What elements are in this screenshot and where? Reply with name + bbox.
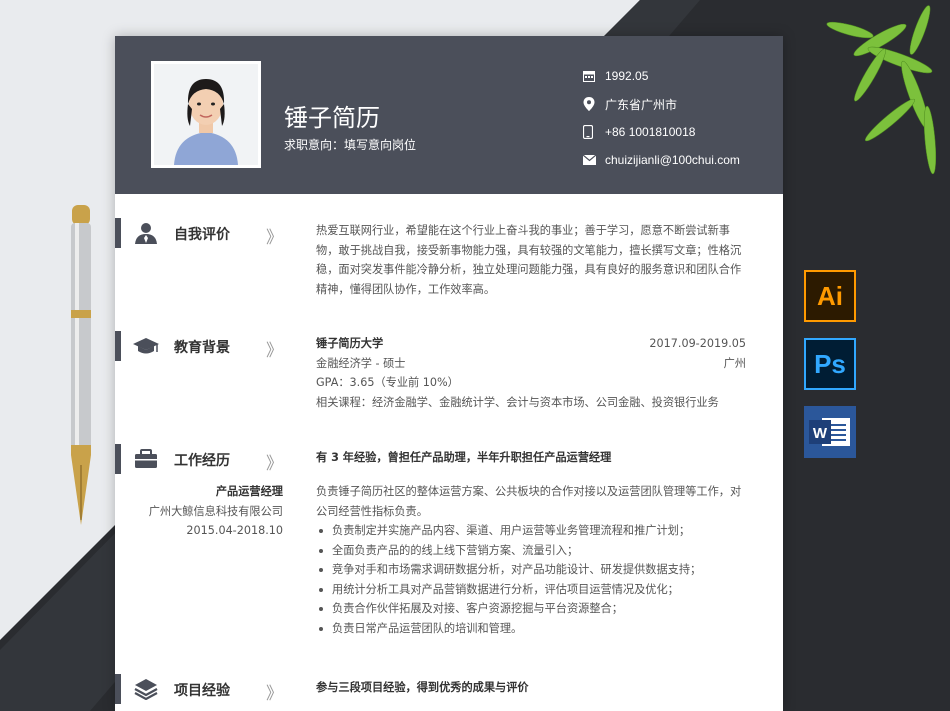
avatar-photo <box>154 64 258 165</box>
location-pin-icon <box>583 97 605 111</box>
illustrator-icon: Ai <box>804 270 856 322</box>
work-duties: 负责制定并实施产品内容、渠道、用户运营等业务管理流程和推广计划； 全面负责产品的… <box>316 521 746 638</box>
contact-phone: +86 1001810018 <box>583 118 783 146</box>
work-description: 负责锤子简历社区的整体运营方案、公共板块的合作对接以及运营团队管理等工作，对公司… <box>316 485 742 518</box>
photoshop-icon-label: Ps <box>814 348 846 379</box>
section-bar <box>115 674 121 704</box>
list-item: 负责合作伙伴拓展及对接、客户资源挖掘与平台资源整合； <box>316 599 746 619</box>
section-title: 项目经验 <box>174 683 230 699</box>
section-title: 工作经历 <box>174 453 230 469</box>
location-text: 广东省广州市 <box>605 97 678 112</box>
list-item: 用统计分析工具对产品营销数据进行分析，评估项目运营情况及优化； <box>316 580 746 600</box>
work-meta: 产品运营经理 广州大鲸信息科技有限公司 2015.04-2018.10 <box>115 482 283 541</box>
list-item: 全面负责产品的的线上线下营销方案、流量引入； <box>316 541 746 561</box>
contact-info: 1992.05 广东省广州市 +86 1001810018 chuizijian… <box>583 62 783 174</box>
gpa: GPA：3.65（专业前 10%） <box>316 376 459 389</box>
avatar <box>151 61 261 168</box>
layers-icon <box>134 679 158 700</box>
job-intent: 求职意向：填写意向岗位 <box>284 138 417 152</box>
education-content: 锤子简历大学 2017.09-2019.05 金融经济学 - 硕士 广州 GPA… <box>316 334 746 412</box>
section-self-evaluation: 自我评价 》 <box>115 218 315 248</box>
work-company: 广州大鲸信息科技有限公司 <box>148 504 283 518</box>
list-item: 负责日常产品运营团队的培训和管理。 <box>316 619 746 639</box>
project-summary: 参与三段项目经验，得到优秀的成果与评价 <box>316 681 529 694</box>
user-icon <box>135 223 157 244</box>
section-project: 项目经验 》 <box>115 674 315 704</box>
work-period: 2015.04-2018.10 <box>186 524 283 537</box>
contact-location: 广东省广州市 <box>583 90 783 118</box>
section-title: 自我评价 <box>174 227 230 243</box>
phone-text: +86 1001810018 <box>605 125 696 139</box>
resume-sheet: 锤子简历 求职意向：填写意向岗位 1992.05 广东省广州市 +86 1001… <box>115 36 783 711</box>
illustrator-icon-label: Ai <box>817 280 843 311</box>
calendar-icon <box>583 70 605 82</box>
section-bar <box>115 444 121 474</box>
resume-header: 锤子简历 求职意向：填写意向岗位 1992.05 广东省广州市 +86 1001… <box>115 36 783 194</box>
photoshop-icon: Ps <box>804 338 856 390</box>
pen-decoration <box>71 205 91 525</box>
word-icon-label: W <box>813 425 828 442</box>
double-chevron-icon: 》 <box>266 341 283 361</box>
section-bar <box>115 331 121 361</box>
section-title: 教育背景 <box>174 340 230 356</box>
word-logo-graphic: W <box>809 418 850 446</box>
courses: 相关课程：经济金融学、金融统计学、会计与资本市场、公司金融、投资银行业务 <box>316 395 719 409</box>
section-bar <box>115 218 121 248</box>
double-chevron-icon: 》 <box>266 454 283 474</box>
school-name: 锤子简历大学 <box>316 337 384 350</box>
plant-decoration <box>826 5 937 175</box>
section-education: 教育背景 》 <box>115 331 315 361</box>
major-degree: 金融经济学 - 硕士 <box>316 356 406 370</box>
list-item: 竞争对手和市场需求调研数据分析，对产品功能设计、研发提供数据支持； <box>316 560 746 580</box>
work-content: 负责锤子简历社区的整体运营方案、公共板块的合作对接以及运营团队管理等工作，对公司… <box>316 482 746 638</box>
double-chevron-icon: 》 <box>266 684 283 704</box>
email-text: chuizijianli@100chui.com <box>605 153 740 167</box>
contact-birth: 1992.05 <box>583 62 783 90</box>
contact-email: chuizijianli@100chui.com <box>583 146 783 174</box>
phone-icon <box>583 125 605 139</box>
resume-name: 锤子简历 <box>284 104 380 132</box>
work-position: 产品运营经理 <box>215 485 283 498</box>
education-period: 2017.09-2019.05 <box>649 337 746 350</box>
graduation-cap-icon <box>133 338 159 354</box>
email-icon <box>583 155 605 165</box>
list-item: 负责制定并实施产品内容、渠道、用户运营等业务管理流程和推广计划； <box>316 521 746 541</box>
education-city: 广州 <box>723 356 746 370</box>
section-work: 工作经历 》 <box>115 444 315 474</box>
briefcase-icon <box>135 449 157 468</box>
word-icon: W <box>804 406 856 458</box>
birth-text: 1992.05 <box>605 69 649 83</box>
self-evaluation-text: 热爱互联网行业，希望能在这个行业上奋斗我的事业；善于学习，愿意不断尝试新事物，敢… <box>316 224 742 296</box>
double-chevron-icon: 》 <box>266 228 283 248</box>
work-summary: 有 3 年经验，曾担任产品助理，半年升职担任产品运营经理 <box>316 451 612 464</box>
